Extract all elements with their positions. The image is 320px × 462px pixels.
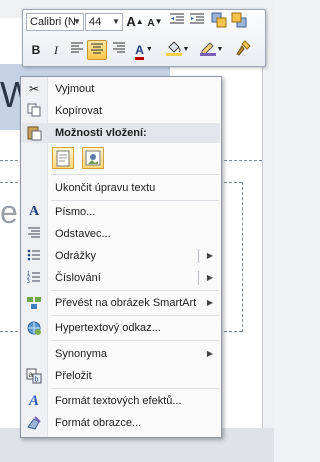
text-effects-icon: A — [28, 393, 39, 409]
font-size-value: 44 — [89, 16, 102, 28]
bring-forward-button[interactable] — [209, 12, 229, 32]
translate-icon: ab — [26, 368, 42, 384]
font-name-combo[interactable]: Calibri (N ▼ — [26, 13, 84, 31]
menu-item-synonyms[interactable]: Synonyma ▶ — [21, 343, 221, 365]
menu-separator — [51, 340, 219, 341]
submenu-arrow-icon: ▶ — [206, 349, 213, 358]
increase-indent-button[interactable] — [187, 12, 207, 32]
menu-item-label: Převést na obrázek SmartArt — [55, 297, 197, 309]
paste-options-header: Možnosti vložení: — [22, 123, 220, 143]
menu-item-label: Odrážky — [55, 250, 96, 262]
shrink-font-button[interactable]: A▼ — [145, 12, 165, 32]
font-icon: A — [28, 204, 40, 219]
menu-item-hyperlink[interactable]: Hypertextový odkaz... — [21, 317, 221, 339]
menu-item-label: Odstavec... — [55, 228, 111, 240]
format-painter-icon — [236, 40, 251, 56]
submenu-split-divider — [198, 249, 199, 263]
menu-item-label: Ukončit úpravu textu — [55, 182, 156, 194]
menu-item-bullets[interactable]: Odrážky ▶ — [21, 245, 221, 267]
menu-item-label: Formát textových efektů... — [55, 395, 182, 407]
menu-item-text-effects[interactable]: A Formát textových efektů... — [21, 390, 221, 412]
font-color-icon: A — [135, 44, 144, 60]
menu-item-translate[interactable]: ab Přeložit — [21, 365, 221, 387]
body-text-fragment: e — [0, 194, 18, 230]
smartart-icon — [26, 295, 42, 311]
bring-forward-icon — [211, 12, 227, 28]
decrease-indent-button[interactable] — [167, 12, 187, 32]
context-menu: ✂ Vyjmout Kopírovat Možnosti vložení: Uk… — [20, 76, 222, 438]
font-name-value: Calibri (N — [30, 16, 76, 28]
align-right-button[interactable] — [109, 40, 129, 60]
paste-as-picture-button[interactable] — [82, 147, 104, 169]
italic-button[interactable]: I — [46, 40, 66, 60]
font-color-button[interactable]: A ▼ — [131, 40, 157, 60]
paste-keep-formatting-button[interactable] — [52, 147, 74, 169]
bold-button[interactable]: B — [26, 40, 46, 60]
menu-item-cut[interactable]: ✂ Vyjmout — [21, 78, 221, 100]
grow-font-icon: A — [126, 14, 136, 29]
copy-icon — [26, 103, 42, 119]
menu-item-label: Písmo... — [55, 206, 96, 218]
mini-toolbar: Calibri (N ▼ 44 ▼ A▲ A▼ B I A ▼ ▼ ▼ — [22, 9, 266, 67]
align-right-icon — [113, 42, 125, 53]
menu-item-paragraph[interactable]: Odstavec... — [21, 223, 221, 245]
placeholder-border — [242, 182, 243, 332]
paste-icon — [26, 125, 42, 144]
submenu-arrow-icon[interactable]: ▶ — [207, 245, 213, 267]
menu-item-label: Číslování — [55, 272, 101, 284]
shrink-font-icon: A — [147, 18, 155, 29]
numbering-icon: 123 — [26, 270, 42, 286]
paste-options-label: Možnosti vložení: — [55, 127, 147, 139]
format-painter-button[interactable] — [233, 40, 253, 60]
scissors-icon: ✂ — [28, 82, 40, 96]
menu-item-exit-text-edit[interactable]: Ukončit úpravu textu — [21, 177, 221, 199]
align-left-button[interactable] — [67, 40, 87, 60]
align-center-icon — [91, 43, 103, 54]
submenu-arrow-icon[interactable]: ▶ — [207, 267, 213, 289]
send-backward-icon — [231, 12, 247, 28]
chevron-down-icon[interactable]: ▼ — [111, 15, 121, 29]
menu-item-convert-smartart[interactable]: Převést na obrázek SmartArt ▶ — [21, 292, 221, 314]
align-center-button[interactable] — [87, 40, 107, 60]
pen-outline-icon — [199, 42, 216, 56]
submenu-split-divider — [198, 271, 199, 285]
menu-item-numbering[interactable]: 123 Číslování ▶ — [21, 267, 221, 289]
submenu-arrow-icon: ▶ — [206, 298, 213, 307]
increase-indent-icon — [190, 13, 204, 24]
paint-bucket-icon — [165, 41, 182, 56]
send-backward-button[interactable] — [229, 12, 249, 32]
font-size-combo[interactable]: 44 ▼ — [85, 13, 123, 31]
menu-item-label: Formát obrazce... — [55, 417, 142, 429]
menu-separator — [51, 388, 219, 389]
align-left-icon — [71, 42, 83, 53]
menu-item-label: Kopírovat — [55, 105, 103, 117]
menu-item-label: Přeložit — [55, 370, 92, 382]
chevron-down-icon[interactable]: ▼ — [72, 15, 82, 29]
shape-fill-button[interactable]: ▼ — [163, 40, 191, 60]
svg-text:b: b — [35, 377, 39, 384]
shape-outline-button[interactable]: ▼ — [197, 40, 225, 60]
menu-item-label: Hypertextový odkaz... — [55, 322, 161, 334]
menu-separator — [51, 315, 219, 316]
shape-format-icon — [26, 415, 42, 431]
menu-separator — [51, 174, 219, 175]
paste-as-picture-icon — [85, 150, 101, 166]
svg-text:3: 3 — [27, 279, 30, 284]
menu-item-copy[interactable]: Kopírovat — [21, 100, 221, 122]
menu-separator — [51, 290, 219, 291]
decrease-indent-icon — [170, 13, 184, 24]
menu-item-font[interactable]: A Písmo... — [21, 201, 221, 223]
grow-font-button[interactable]: A▲ — [125, 12, 145, 32]
paragraph-icon — [26, 226, 42, 242]
menu-item-label: Synonyma — [55, 348, 107, 360]
bullets-icon — [26, 248, 42, 264]
menu-item-shape-format[interactable]: Formát obrazce... — [21, 412, 221, 434]
hyperlink-icon — [26, 320, 42, 336]
paste-keep-formatting-icon — [56, 150, 70, 167]
menu-item-label: Vyjmout — [55, 83, 95, 95]
